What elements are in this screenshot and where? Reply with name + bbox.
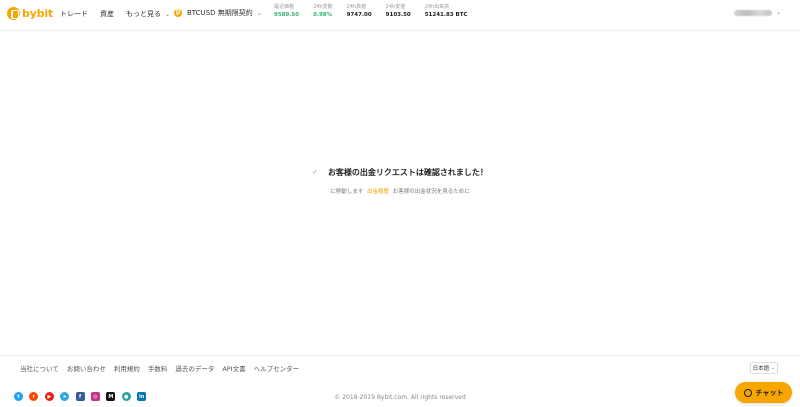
chat-button[interactable]: チャット [735,382,792,403]
ticker-stats: 最近価格 9589.50 24h変動 0.98% 24h高値 9747.00 2… [274,4,482,20]
confirmation-subtext: に移動します 出金履歴 お客様の出金状況を見るために [0,187,800,195]
nav-trade[interactable]: トレード [60,9,88,19]
nav-more-label: もっと見る [126,10,161,18]
chat-bubble-icon [743,388,752,397]
nav-more[interactable]: もっと見る ⌄ [126,9,170,19]
stat-last-price: 最近価格 9589.50 [274,4,299,20]
footer-link-api-docs[interactable]: API文書 [222,363,245,373]
chevron-down-icon: ⌄ [776,9,782,16]
logo-text: bybit [22,6,53,20]
copyright: © 2018-2019 Bybit.com. All rights reserv… [334,394,466,401]
stat-value: 9747.00 [346,12,372,18]
stat-label: 最近価格 [274,4,295,10]
stat-label: 24h変動 [313,4,333,10]
account-email-blurred [734,9,772,16]
stat-value: 9589.50 [274,12,300,18]
stat-24h-volume: 24h出来高 51241.83 BTC [425,4,468,20]
chevron-down-icon: ⌄ [165,11,171,18]
chevron-down-icon: ⌄ [256,9,262,17]
footer-link-terms[interactable]: 利用規約 [114,363,140,373]
stat-label: 24h出来高 [424,4,450,10]
footer-links: 当社について お問い合わせ 利用規約 手数料 過去のデータ API文書 ヘルプセ… [20,363,307,373]
bybit-logo[interactable]: bybit [7,6,53,20]
language-label: 日本語 [752,366,770,372]
check-icon: ✓ [312,168,318,176]
footer-link-contact[interactable]: お問い合わせ [67,363,106,373]
top-header: bybit トレード 資産 もっと見る ⌄ ₿ BTCUSD 無期限契約 ⌄ 最近… [0,0,800,31]
nav-assets[interactable]: 資産 [100,9,114,19]
footer-link-help-center[interactable]: ヘルプセンター [254,363,300,373]
account-menu[interactable]: ⌄ [734,9,781,16]
confirmation-title: お客様の出金リクエストは確認されました！ [327,167,488,177]
pair-name: BTCUSD 無期限契約 [187,9,253,17]
stat-24h-high: 24h高値 9747.00 [347,4,372,20]
stat-label: 24h高値 [346,4,367,10]
stat-value: 0.98% [313,12,333,18]
stat-value: 51241.83 BTC [424,12,468,18]
stat-value: 9103.50 [385,12,411,18]
footer-link-fees[interactable]: 手数料 [148,363,168,373]
bybit-logo-mark-icon [7,6,20,20]
language-selector[interactable]: 日本語 ⌄ [750,362,778,374]
stat-24h-low: 24h安値 9103.50 [386,4,411,20]
subtext-after: お客様の出金状況を見るために [392,189,470,195]
stat-24h-change: 24h変動 0.98% [313,4,333,20]
confirmation-title-row: ✓ お客様の出金リクエストは確認されました！ [312,167,488,178]
withdrawal-confirmation: ✓ お客様の出金リクエストは確認されました！ に移動します 出金履歴 お客様の出… [0,159,800,196]
stat-label: 24h安値 [385,4,406,10]
footer-link-about[interactable]: 当社について [20,363,59,373]
bitcoin-icon: ₿ [174,9,182,17]
main-nav: トレード 資産 もっと見る ⌄ [60,9,182,19]
subtext-before: に移動します [330,189,364,195]
withdrawal-history-link[interactable]: 出金履歴 [367,189,389,195]
chevron-down-icon: ⌄ [771,365,776,371]
pair-selector[interactable]: ₿ BTCUSD 無期限契約 ⌄ [174,8,262,18]
footer-link-historical-data[interactable]: 過去のデータ [175,363,214,373]
chat-label: チャット [755,388,784,397]
